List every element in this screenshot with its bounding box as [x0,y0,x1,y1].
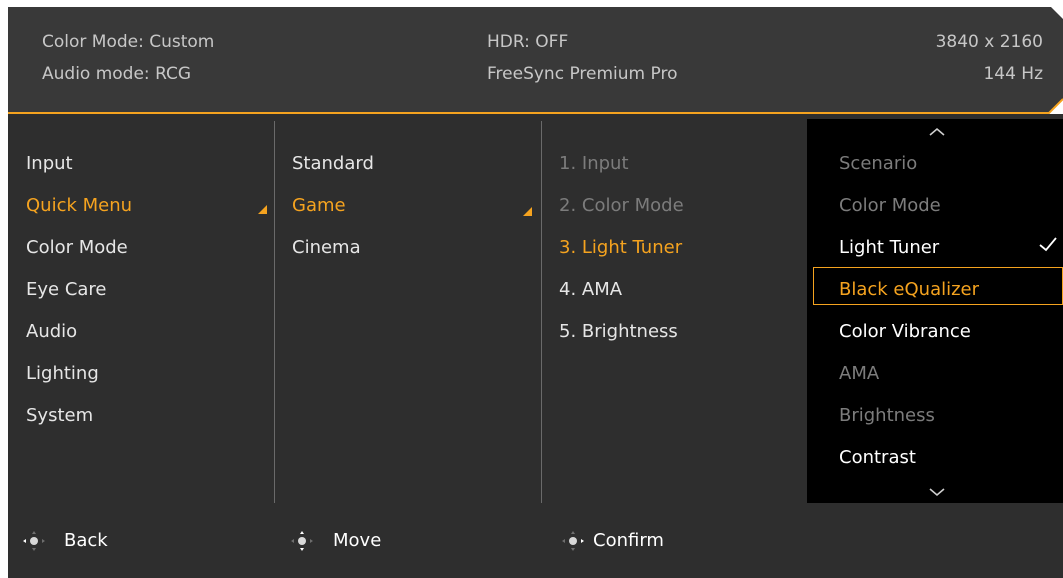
option-item-ama[interactable]: AMA [839,359,879,389]
option-item-black-equalizer[interactable]: Black eQualizer [839,275,979,305]
menu-item-quick-menu[interactable]: Quick Menu [26,191,132,221]
slot-options-list: Scenario Color Mode Light Tuner Black eQ… [807,119,1063,503]
chevron-up-icon[interactable] [928,127,946,137]
quick-menu-modes: Standard Game Cinema [274,119,540,503]
option-item-color-vibrance[interactable]: Color Vibrance [839,317,971,347]
refresh-rate-status: 144 Hz [983,64,1043,84]
menu-item-audio[interactable]: Audio [26,317,77,347]
freesync-status: FreeSync Premium Pro [487,64,678,84]
option-item-contrast[interactable]: Contrast [839,443,916,473]
joystick-right-icon [562,531,584,551]
back-hint: Back [64,530,108,551]
move-hint: Move [333,530,382,551]
slot-item-2[interactable]: 2. Color Mode [559,191,684,221]
slot-item-4[interactable]: 4. AMA [559,275,622,305]
slot-item-1[interactable]: 1. Input [559,149,629,179]
osd-menu: Color Mode: Custom Audio mode: RCG HDR: … [8,7,1063,578]
joystick-updown-icon [291,531,313,551]
menu-item-color-mode[interactable]: Color Mode [26,233,128,263]
mode-item-game[interactable]: Game [292,191,346,221]
menu-item-lighting[interactable]: Lighting [26,359,99,389]
option-item-color-mode[interactable]: Color Mode [839,191,941,221]
submenu-arrow-icon [258,205,267,214]
mode-item-standard[interactable]: Standard [292,149,374,179]
status-header: Color Mode: Custom Audio mode: RCG HDR: … [8,7,1063,114]
menu-item-eye-care[interactable]: Eye Care [26,275,107,305]
menu-item-system[interactable]: System [26,401,93,431]
option-item-brightness[interactable]: Brightness [839,401,935,431]
option-item-light-tuner[interactable]: Light Tuner [839,233,939,263]
check-icon [1039,237,1057,252]
resolution-status: 3840 x 2160 [935,32,1043,52]
mode-item-cinema[interactable]: Cinema [292,233,361,263]
main-menu: Input Quick Menu Color Mode Eye Care Aud… [8,119,274,503]
submenu-arrow-icon [523,207,532,216]
slot-item-5[interactable]: 5. Brightness [559,317,678,347]
control-footer: Back Move Confirm [8,504,1063,578]
quick-menu-slots: 1. Input 2. Color Mode 3. Light Tuner 4.… [541,119,807,503]
audio-mode-status: Audio mode: RCG [42,64,192,84]
slot-item-3[interactable]: 3. Light Tuner [559,233,682,263]
option-item-scenario[interactable]: Scenario [839,149,917,179]
hdr-status: HDR: OFF [487,32,569,52]
chevron-down-icon[interactable] [928,487,946,497]
color-mode-status: Color Mode: Custom [42,32,215,52]
joystick-left-icon [23,531,45,551]
menu-item-input[interactable]: Input [26,149,73,179]
confirm-hint: Confirm [593,530,664,551]
